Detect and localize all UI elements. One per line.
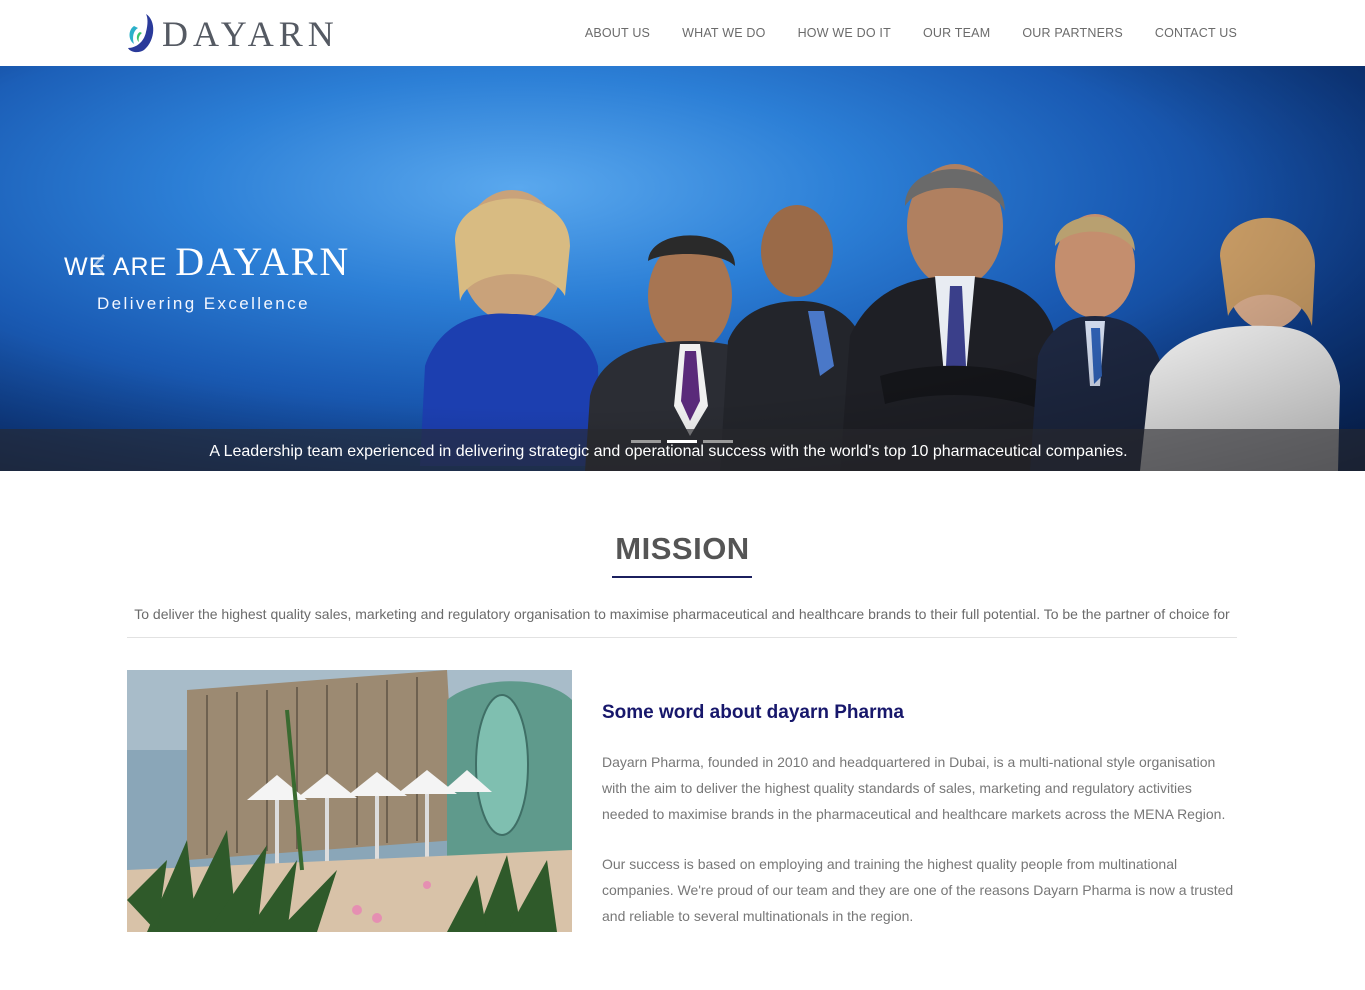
hero-brand: DAYARN xyxy=(175,239,351,284)
chevron-left-icon[interactable] xyxy=(90,252,108,278)
main-nav: ABOUT US WHAT WE DO HOW WE DO IT OUR TEA… xyxy=(553,0,1237,66)
hero-slider: WE ARE DAYARN Delivering Excellence A Le… xyxy=(0,66,1365,471)
nav-contact-us[interactable]: CONTACT US xyxy=(1155,26,1237,40)
mission-text: To deliver the highest quality sales, ma… xyxy=(134,606,1230,622)
about-paragraph-1: Dayarn Pharma, founded in 2010 and headq… xyxy=(602,754,1226,822)
brand-logo[interactable]: DAYARN xyxy=(126,10,339,56)
nav-about-us[interactable]: ABOUT US xyxy=(585,26,650,40)
mission-title: MISSION xyxy=(615,531,750,566)
hero-tagline: Delivering Excellence xyxy=(97,294,310,313)
nav-how-we-do-it[interactable]: HOW WE DO IT xyxy=(798,26,891,40)
nav-what-we-do[interactable]: WHAT WE DO xyxy=(682,26,765,40)
section-divider xyxy=(127,637,1237,638)
logo-mark-icon xyxy=(128,14,154,53)
headquarters-photo xyxy=(127,670,572,932)
hero-we-are: WE ARE xyxy=(64,253,168,281)
brand-wordmark: DAYARN xyxy=(162,14,339,54)
about-heading: Some word about dayarn Pharma xyxy=(602,702,904,723)
nav-our-partners[interactable]: OUR PARTNERS xyxy=(1022,26,1123,40)
nav-our-team[interactable]: OUR TEAM xyxy=(923,26,990,40)
site-header: DAYARN ABOUT US WHAT WE DO HOW WE DO IT … xyxy=(0,0,1365,66)
mission-underline xyxy=(612,576,752,578)
hero-caption: A Leadership team experienced in deliver… xyxy=(209,443,1128,460)
about-paragraph-2: Our success is based on employing and tr… xyxy=(602,856,1234,924)
building-image xyxy=(127,670,572,932)
